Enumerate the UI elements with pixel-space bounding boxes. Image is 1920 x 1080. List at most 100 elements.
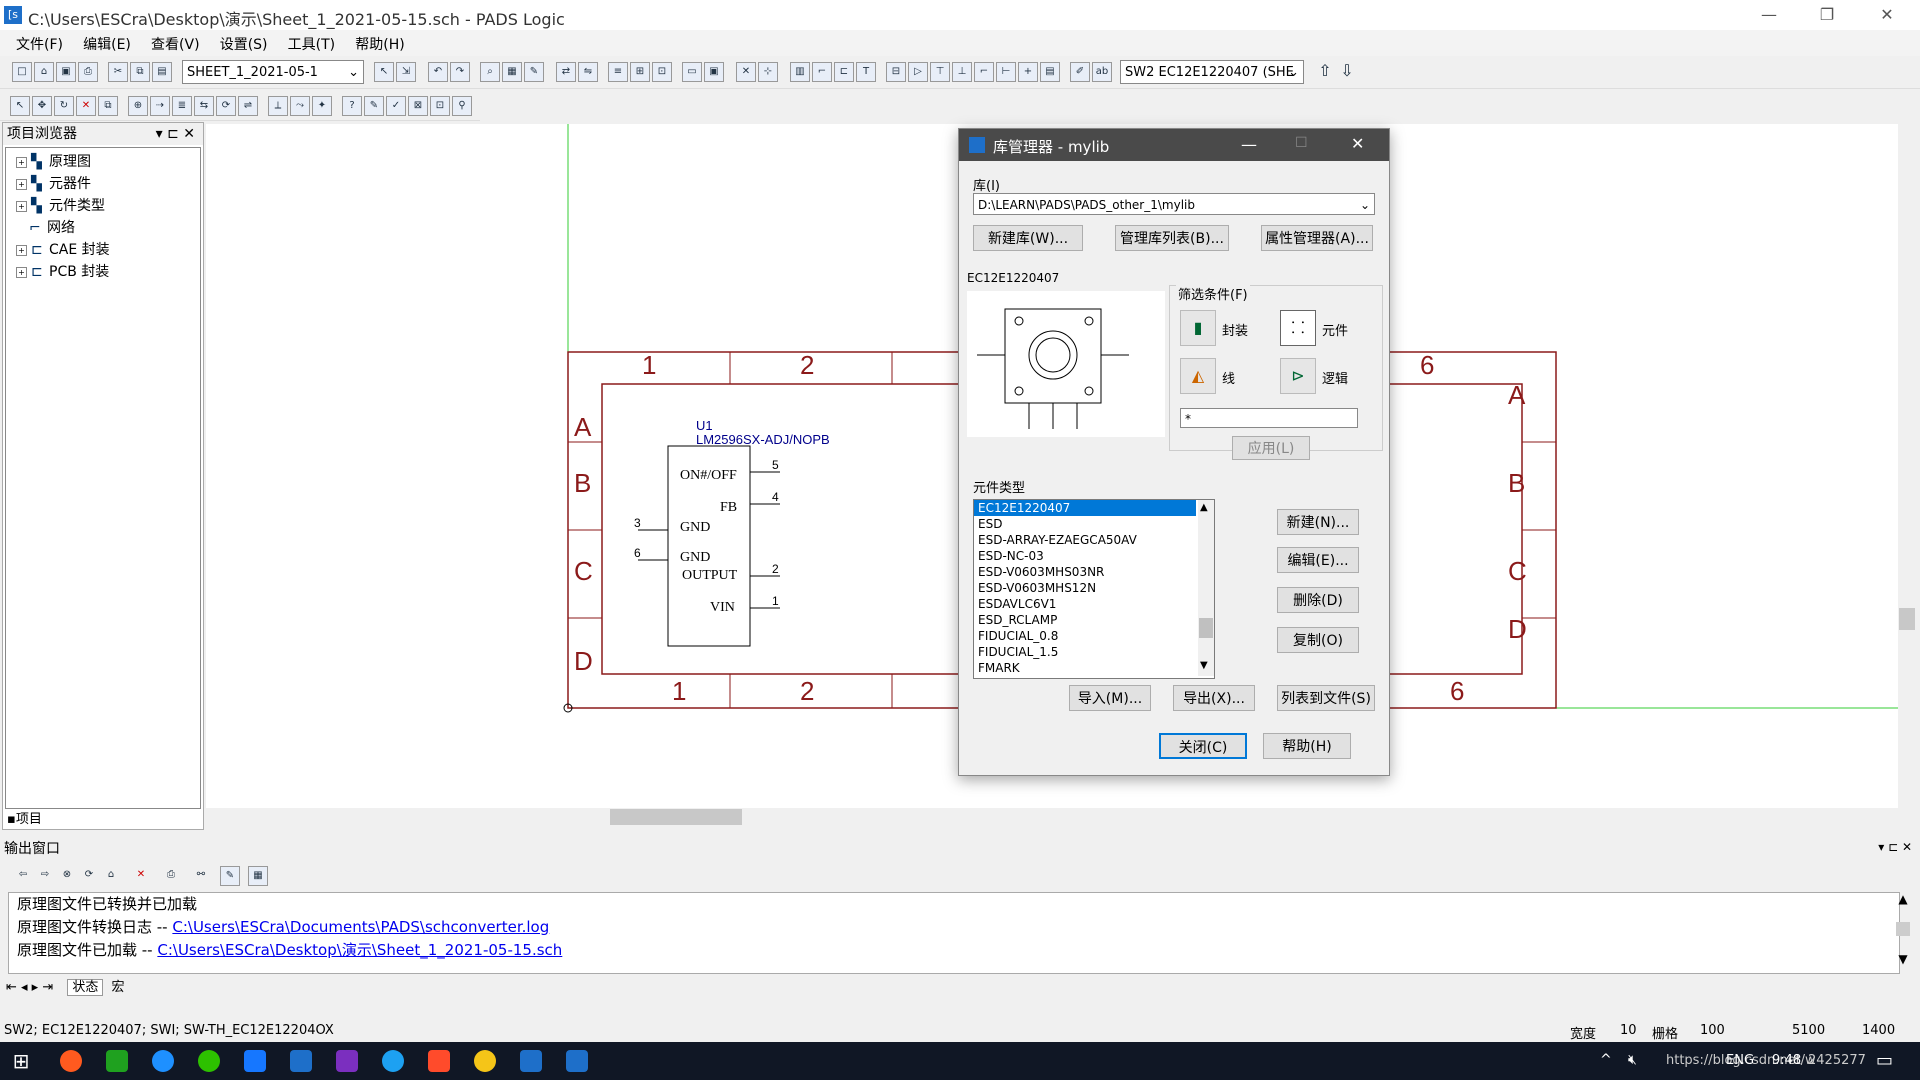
off-page-icon[interactable]: ▷ [908, 62, 928, 82]
list-item[interactable]: ESD-ARRAY-EZAEGCA50AV [974, 532, 1196, 548]
sheet-select-icon[interactable]: ▣ [704, 62, 724, 82]
windows-start-icon[interactable]: ⊞ [10, 1050, 32, 1072]
import-button[interactable]: 导入(M)... [1069, 685, 1151, 711]
design-rule-icon[interactable]: ✕ [736, 62, 756, 82]
rotate-icon[interactable]: ↻ [54, 96, 74, 116]
filter-icon[interactable]: ⚲ [452, 96, 472, 116]
add-bus-icon[interactable]: ⊏ [834, 62, 854, 82]
field-icon[interactable]: ▤ [1040, 62, 1060, 82]
annotate-icon[interactable]: ✎ [364, 96, 384, 116]
pads-layout-taskbar-icon[interactable] [566, 1050, 588, 1072]
pin-icon[interactable]: ⊢ [996, 62, 1016, 82]
close-icon[interactable]: ✕ [1872, 4, 1902, 26]
ground-icon[interactable]: ⊥ [952, 62, 972, 82]
panel-close-icon[interactable]: ▾ ⊏ ✕ [156, 123, 195, 145]
volume-icon[interactable]: 🔇︎ [1628, 1052, 1637, 1068]
clock[interactable]: 9:48 [1772, 1053, 1801, 1068]
export-button[interactable]: 导出(X)... [1173, 685, 1255, 711]
print-icon[interactable]: ⎙ [162, 866, 180, 884]
move-icon[interactable]: ✥ [32, 96, 52, 116]
restore-icon[interactable]: ❐ [1812, 4, 1842, 26]
add-part-icon[interactable]: ▥ [790, 62, 810, 82]
help-button[interactable]: 帮助(H) [1263, 733, 1351, 759]
list-item[interactable]: ESDAVLC6V1 [974, 596, 1196, 612]
find-icon[interactable]: ⚯ [192, 866, 210, 884]
vscroll-thumb[interactable] [1899, 608, 1915, 630]
select-mode-icon[interactable]: ⇲ [396, 62, 416, 82]
tree-item-pcb-decals[interactable]: + ⊏ PCB 封装 [16, 262, 109, 282]
library-select[interactable]: D:\LEARN\PADS\PADS_other_1\mylib ⌄ [973, 193, 1375, 215]
wechat-icon[interactable] [198, 1050, 220, 1072]
undo-icon[interactable]: ↶ [428, 62, 448, 82]
menu-tools[interactable]: 工具(T) [280, 30, 343, 54]
attribute-manager-button[interactable]: 属性管理器(A)... [1261, 225, 1373, 251]
layout-icon[interactable]: ⊡ [652, 62, 672, 82]
new-part-button[interactable]: 新建(N)... [1277, 509, 1359, 535]
onenote-icon[interactable] [336, 1050, 358, 1072]
power-icon[interactable]: ⊤ [930, 62, 950, 82]
logic-filter-icon[interactable]: ⊳ [1280, 358, 1316, 394]
part-filter-icon[interactable]: ⸬ [1280, 310, 1316, 346]
pointer-icon[interactable]: ↖ [10, 96, 30, 116]
app-icon-green[interactable] [106, 1050, 128, 1072]
tree-item-nets[interactable]: ⌐ 网络 [29, 218, 75, 238]
menu-settings[interactable]: 设置(S) [212, 30, 276, 54]
junction-icon[interactable]: + [1018, 62, 1038, 82]
compare-icon[interactable]: ⊞ [630, 62, 650, 82]
pin-swap-icon[interactable]: ⇌ [238, 96, 258, 116]
sheet-select[interactable]: SHEET_1_2021-05-1 ⌄ [182, 60, 364, 84]
library-icon[interactable]: ▦ [502, 62, 522, 82]
scroll-down-icon[interactable]: ▼ [1894, 952, 1912, 966]
tab-status[interactable]: 状态 [67, 979, 104, 996]
list-item[interactable]: FIDUCIAL_1.5 [974, 644, 1196, 660]
canvas-hscrollbar[interactable] [206, 808, 1898, 826]
list-scrollbar[interactable]: ▲ ▼ [1198, 500, 1214, 676]
edit-icon[interactable]: ✎ [220, 866, 240, 886]
menu-help[interactable]: 帮助(H) [347, 30, 412, 54]
merge-icon[interactable]: ⤳ [290, 96, 310, 116]
properties-icon[interactable]: ✎ [524, 62, 544, 82]
notification-icon[interactable]: ▭ [1876, 1050, 1893, 1071]
lines-filter-icon[interactable]: ◭ [1180, 358, 1216, 394]
schematic-file-link[interactable]: C:\Users\ESCra\Desktop\演示\Sheet_1_2021-0… [157, 941, 562, 959]
zoom-icon[interactable]: ⌕ [480, 62, 500, 82]
tree-item-components[interactable]: + ▚ 元器件 [16, 174, 91, 194]
minimize-icon[interactable]: — [1754, 4, 1784, 26]
output-scroll-thumb[interactable] [1896, 922, 1910, 936]
add-connection-icon[interactable]: ⇢ [150, 96, 170, 116]
part-type-list[interactable]: EC12E1220407 ESD ESD-ARRAY-EZAEGCA50AV E… [973, 499, 1215, 679]
filter-input[interactable]: * [1180, 408, 1358, 428]
pads-logic-taskbar-icon[interactable] [520, 1050, 542, 1072]
text-ab-icon[interactable]: ab [1092, 62, 1112, 82]
unlock-icon[interactable]: ⊡ [430, 96, 450, 116]
list-to-file-button[interactable]: 列表到文件(S) [1277, 685, 1375, 711]
app-icon-red[interactable] [428, 1050, 450, 1072]
back-icon[interactable]: ⇦ [14, 866, 32, 884]
tree-item-schematics[interactable]: + ▚ 原理图 [16, 152, 91, 172]
app-icon-blue[interactable] [244, 1050, 266, 1072]
list-item[interactable]: ESD_RCLAMP [974, 612, 1196, 628]
report-icon[interactable]: ≡ [608, 62, 628, 82]
new-icon[interactable]: □ [12, 62, 32, 82]
list-scroll-thumb[interactable] [1199, 618, 1213, 638]
list-item[interactable]: FIDUCIAL_0.8 [974, 628, 1196, 644]
clear-icon[interactable]: ✕ [132, 866, 150, 884]
edit-part-button[interactable]: 编辑(E)... [1277, 547, 1359, 573]
bus-icon[interactable]: ≣ [172, 96, 192, 116]
add-text-icon[interactable]: T [856, 62, 876, 82]
add-wire-icon[interactable]: ⌐ [812, 62, 832, 82]
tray-arrow-icon[interactable]: ^ [1600, 1052, 1612, 1068]
swap-icon[interactable]: ⇆ [194, 96, 214, 116]
scroll-down-icon[interactable]: ▼ [1200, 660, 1208, 671]
output-scrollbar[interactable]: ▲ ▼ [1894, 892, 1912, 972]
copy-part-button[interactable]: 复制(O) [1277, 627, 1359, 653]
hierarchy-icon[interactable]: ⊟ [886, 62, 906, 82]
decal-filter-icon[interactable]: ▮ [1180, 310, 1216, 346]
save-icon[interactable]: ▣ [56, 62, 76, 82]
edge-icon[interactable] [152, 1050, 174, 1072]
manage-library-list-button[interactable]: 管理库列表(B)... [1115, 225, 1229, 251]
language-indicator[interactable]: ENG [1726, 1053, 1754, 1068]
forward-icon[interactable]: ⇨ [36, 866, 54, 884]
app-icon-orange[interactable] [60, 1050, 82, 1072]
redo-icon[interactable]: ↷ [450, 62, 470, 82]
